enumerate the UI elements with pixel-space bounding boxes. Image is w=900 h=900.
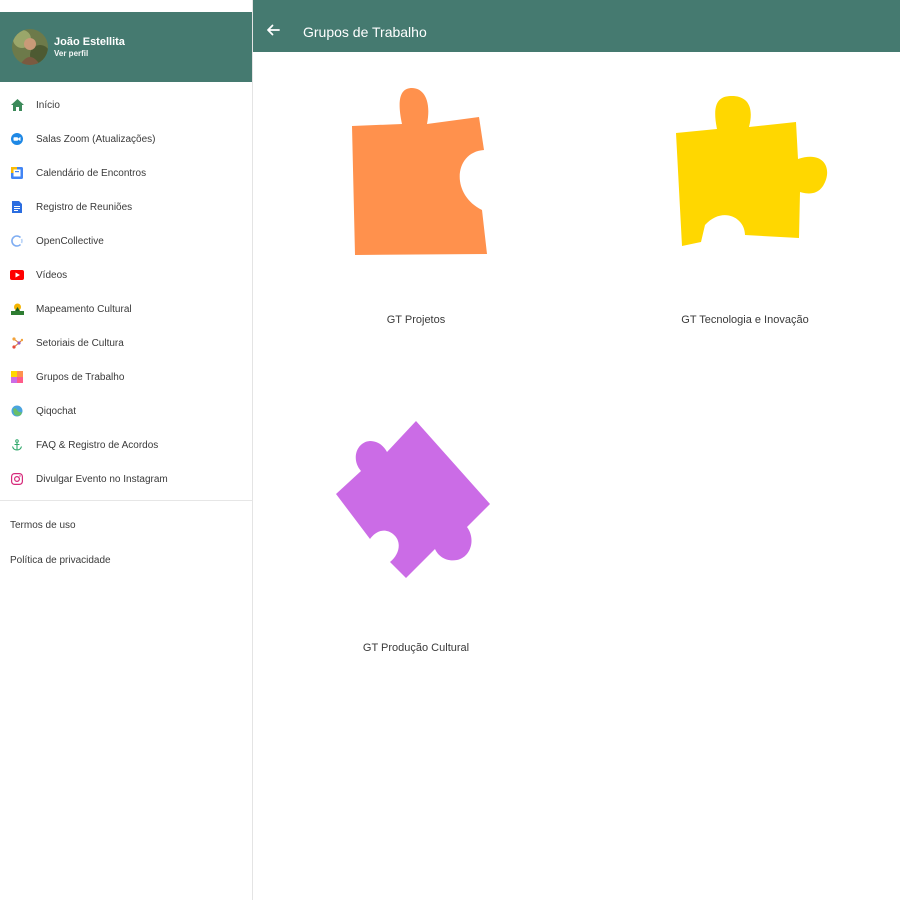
opencollective-icon (10, 234, 24, 248)
sidebar-item-label: Grupos de Trabalho (36, 371, 125, 383)
puzzle-orange-icon (352, 88, 487, 255)
group-card-gt-projetos[interactable]: GT Projetos (266, 66, 566, 356)
puzzle-yellow-icon (676, 96, 828, 246)
sidebar-item-label: Mapeamento Cultural (36, 303, 132, 315)
sidebar-item-label: Vídeos (36, 269, 68, 281)
sidebar-item-label: Qiqochat (36, 405, 77, 417)
terms-link[interactable]: Termos de uso (0, 508, 252, 543)
group-card-gt-tecnologia[interactable]: GT Tecnologia e Inovação (595, 66, 895, 356)
instagram-icon (10, 472, 24, 486)
sidebar-item-label: Calendário de Encontros (36, 167, 147, 179)
sidebar-item-instagram[interactable]: Divulgar Evento no Instagram (0, 462, 252, 496)
globe-icon (10, 404, 24, 418)
zoom-icon (10, 132, 24, 146)
sidebar-footer: Termos de uso Política de privacidade (0, 508, 252, 578)
sidebar-item-videos[interactable]: Vídeos (0, 258, 252, 292)
sidebar-item-zoom[interactable]: Salas Zoom (Atualizações) (0, 122, 252, 156)
sidebar-item-label: FAQ & Registro de Acordos (36, 439, 159, 451)
network-icon (10, 336, 24, 350)
puzzle-icon (10, 370, 24, 384)
sidebar-item-setoriais[interactable]: Setoriais de Cultura (0, 326, 252, 360)
sidebar-item-qiqochat[interactable]: Qiqochat (0, 394, 252, 428)
sidebar-item-inicio[interactable]: Início (0, 88, 252, 122)
anchor-icon (10, 438, 24, 452)
avatar (12, 29, 48, 65)
home-icon (10, 98, 24, 112)
sidebar-item-label: Início (36, 99, 60, 111)
profile-name: João Estellita (54, 35, 125, 48)
sidebar-item-label: Setoriais de Cultura (36, 337, 124, 349)
sidebar-item-grupos[interactable]: Grupos de Trabalho (0, 360, 252, 394)
page-title: Grupos de Trabalho (303, 24, 427, 40)
privacy-link[interactable]: Política de privacidade (0, 543, 252, 578)
sidebar-item-opencollective[interactable]: OpenCollective (0, 224, 252, 258)
sidebar-item-faq[interactable]: FAQ & Registro de Acordos (0, 428, 252, 462)
app-bar: Grupos de Trabalho (253, 12, 900, 52)
group-card-label: GT Projetos (386, 314, 446, 326)
document-icon (10, 200, 24, 214)
map-icon (10, 302, 24, 316)
sidebar-item-mapeamento[interactable]: Mapeamento Cultural (0, 292, 252, 326)
sidebar-item-label: OpenCollective (36, 235, 104, 247)
group-card-gt-producao[interactable]: GT Produção Cultural (266, 394, 566, 684)
group-card-label: GT Produção Cultural (362, 642, 470, 654)
sidebar-item-registro-reunioes[interactable]: Registro de Reuniões (0, 190, 252, 224)
back-button[interactable] (253, 12, 293, 52)
calendar-icon (10, 166, 24, 180)
sidebar-item-label: Registro de Reuniões (36, 201, 133, 213)
sidebar-divider (0, 500, 252, 501)
sidebar: João Estellita Ver perfil Início Salas Z… (0, 0, 253, 900)
profile-header[interactable]: João Estellita Ver perfil (0, 12, 252, 82)
view-profile-link[interactable]: Ver perfil (54, 49, 125, 59)
sidebar-item-calendario[interactable]: Calendário de Encontros (0, 156, 252, 190)
sidebar-menu: Início Salas Zoom (Atualizações) Calendá… (0, 88, 252, 496)
sidebar-item-label: Divulgar Evento no Instagram (36, 473, 168, 485)
youtube-icon (10, 268, 24, 282)
arrow-left-icon (266, 23, 280, 41)
group-card-label: GT Tecnologia e Inovação (681, 314, 809, 326)
sidebar-item-label: Salas Zoom (Atualizações) (36, 133, 156, 145)
puzzle-purple-icon (336, 421, 490, 578)
